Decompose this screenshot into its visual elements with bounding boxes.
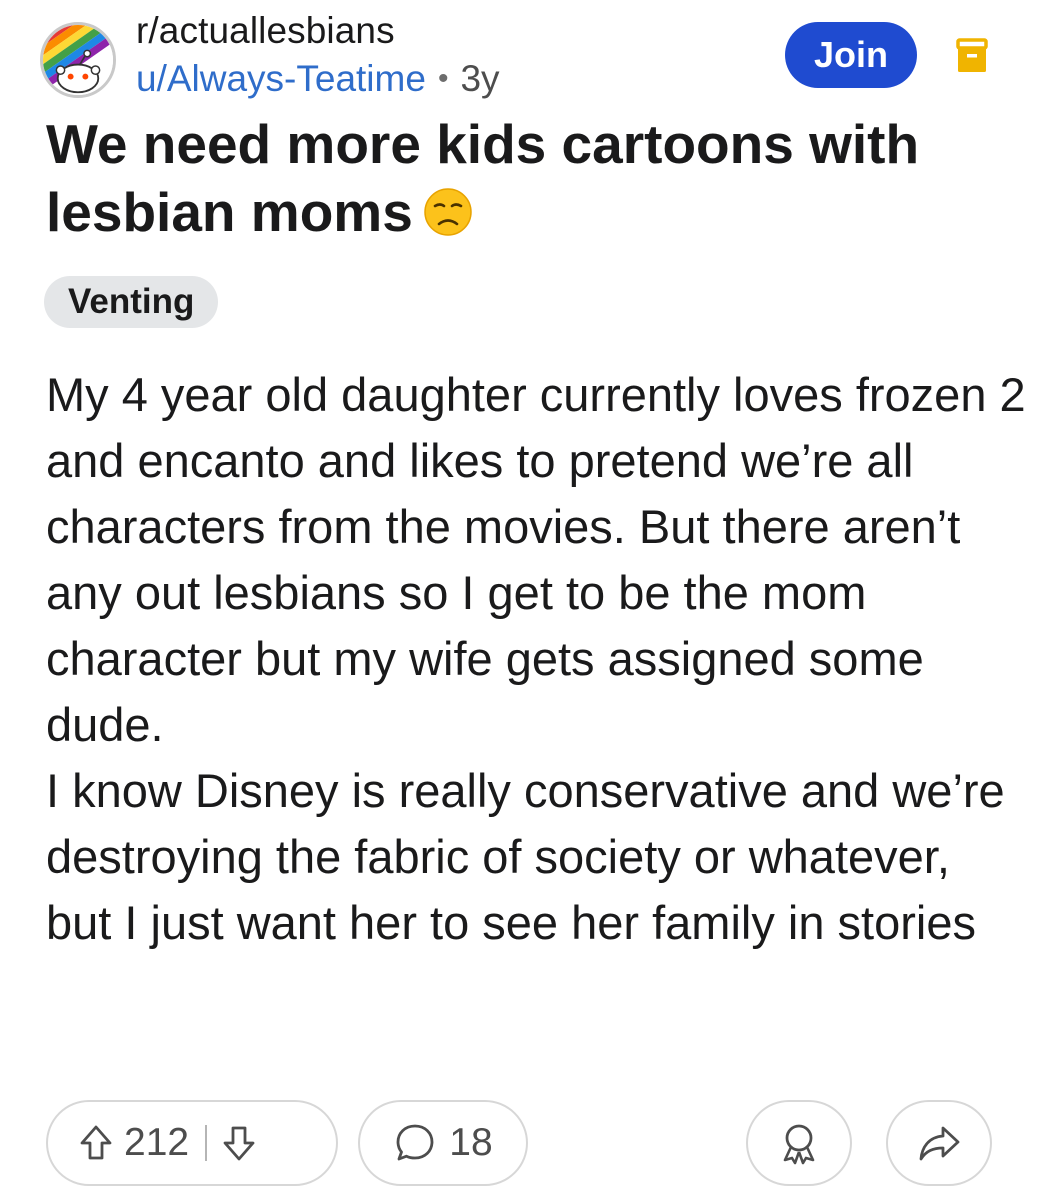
downvote-arrow-icon[interactable] [221,1123,257,1163]
comment-count: 18 [449,1121,493,1164]
award-button[interactable] [746,1100,852,1186]
post-age: 3y [460,58,500,99]
post-body-paragraph: I know Disney is really conservative and… [46,764,1005,949]
join-button[interactable]: Join [785,22,917,88]
post-title-text: We need more kids cartoons with lesbian … [46,113,920,243]
upvote-arrow-icon[interactable] [78,1123,114,1163]
comment-bubble-icon [396,1124,434,1161]
bookmark-icon[interactable] [956,38,988,74]
award-icon [783,1124,815,1165]
meta-separator: • [437,62,449,95]
author-username[interactable]: u/Always-Teatime [136,58,426,100]
disappointed-face-emoji-icon [423,187,473,237]
vote-count: 212 [124,1121,190,1164]
comments-button[interactable]: 18 [358,1100,528,1186]
subreddit-avatar[interactable] [40,22,116,98]
share-button[interactable] [886,1100,992,1186]
post-title[interactable]: We need more kids cartoons with lesbian … [46,110,1006,246]
vote-bar: 212 [46,1100,338,1186]
rainbow-snoo-icon [43,25,113,95]
vote-divider [205,1125,208,1161]
post-flair[interactable]: Venting [44,276,219,328]
post-body-paragraph: My 4 year old daughter currently loves f… [46,368,1026,751]
share-arrow-icon [919,1126,960,1161]
post-meta: u/Always-Teatime • 3y [136,58,500,100]
subreddit-name[interactable]: r/actuallesbians [136,10,395,52]
post-body: My 4 year old daughter currently loves f… [46,362,1026,956]
